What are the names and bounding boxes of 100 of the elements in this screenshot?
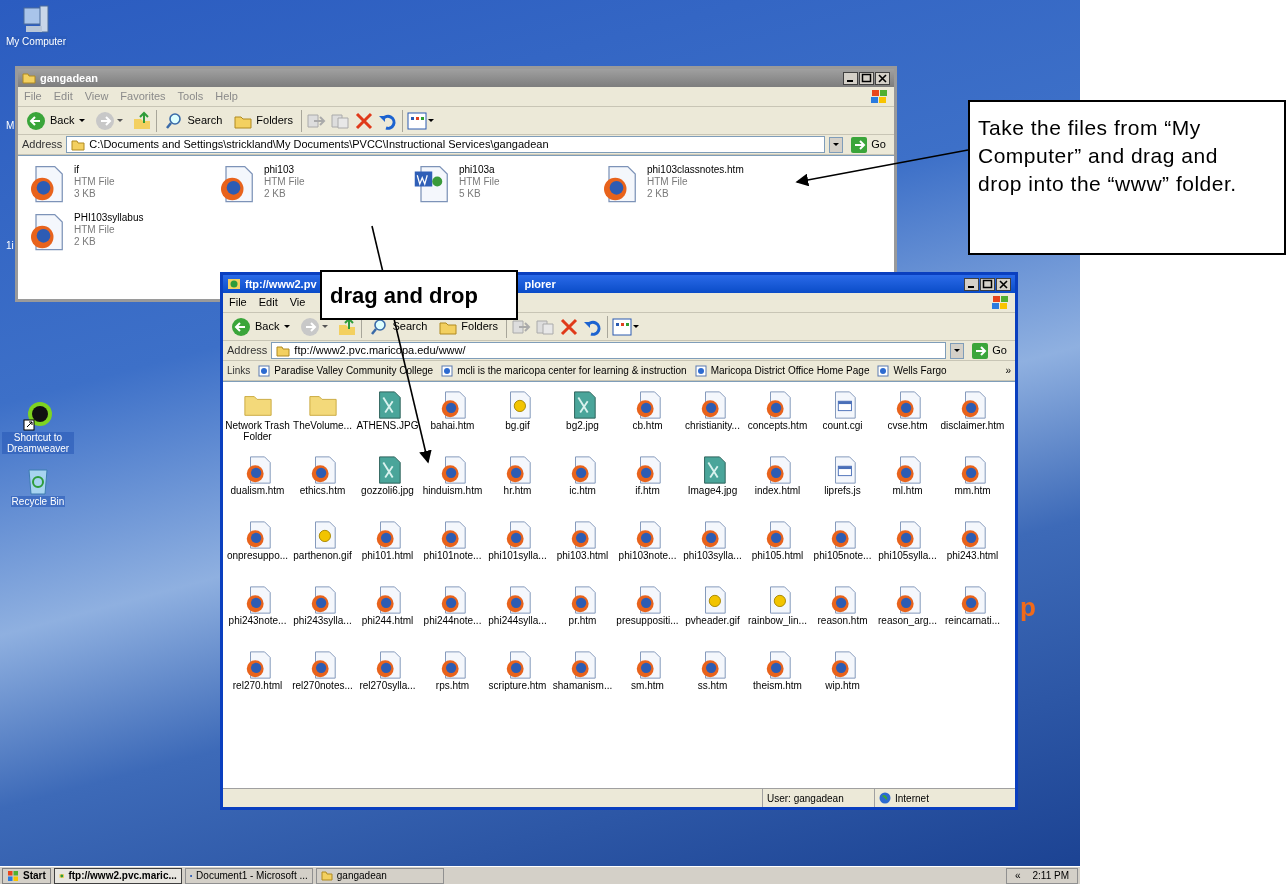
file-name[interactable]: Folder <box>243 431 272 442</box>
file-name[interactable]: reason_arg... <box>878 615 937 626</box>
file-name[interactable]: TheVolume... <box>293 420 352 431</box>
taskbar-button[interactable]: Document1 - Microsoft ... <box>184 867 313 884</box>
file-name[interactable]: theism.htm <box>753 680 802 691</box>
maximize-icon[interactable] <box>859 71 874 85</box>
link-item[interactable]: mcli is the maricopa center for learning & instruction <box>441 363 687 378</box>
file-name[interactable]: disclaimer.htm <box>940 420 1005 431</box>
minimize-icon[interactable] <box>964 277 979 291</box>
file-name[interactable]: ethics.htm <box>299 485 346 496</box>
file-name[interactable]: pvheader.gif <box>685 615 740 626</box>
file-name[interactable]: rel270notes... <box>292 680 353 691</box>
file-name[interactable]: ml.htm <box>892 485 923 496</box>
link-item[interactable]: Maricopa District Office Home Page <box>694 363 870 378</box>
file-name[interactable]: phi105.html <box>751 550 804 561</box>
file-name[interactable]: reincarnati... <box>945 615 1000 626</box>
back-button[interactable]: Back <box>22 110 79 131</box>
close-icon[interactable] <box>996 277 1011 291</box>
search-button[interactable]: Search <box>161 111 227 130</box>
file-name[interactable]: phi244note... <box>423 615 482 626</box>
minimize-icon[interactable] <box>843 71 858 85</box>
file-name[interactable]: ATHENS.JPG <box>356 420 419 431</box>
file-name[interactable]: shamanism... <box>552 680 613 691</box>
caret-icon[interactable] <box>78 117 87 124</box>
file-name[interactable]: parthenon.gif <box>293 550 352 561</box>
file-name[interactable]: PHI103syllabus <box>74 212 144 224</box>
file-name[interactable]: onpresuppo... <box>226 550 289 561</box>
taskbar-button[interactable]: ftp://www2.pvc.maric... <box>53 867 182 884</box>
file-name[interactable]: rel270sylla... <box>359 680 416 691</box>
file-name[interactable]: phi103note... <box>618 550 677 561</box>
file-name[interactable]: reason.htm <box>817 615 868 626</box>
file-name[interactable]: phi103a <box>459 164 500 176</box>
file-name[interactable]: dualism.htm <box>230 485 285 496</box>
file-name[interactable]: phi101.html <box>361 550 414 561</box>
file-name[interactable]: christianity... <box>685 420 740 431</box>
file-name[interactable]: index.html <box>754 485 801 496</box>
tray-expand-toggle[interactable]: « <box>1014 868 1021 883</box>
back-button[interactable]: Back <box>227 316 284 337</box>
address-field[interactable]: C:\Documents and Settings\strickland\My Documents\PVCC\Instructional Services\gangadean <box>66 136 826 153</box>
start-button[interactable]: Start <box>2 867 51 884</box>
file-name[interactable]: rel270.html <box>232 680 283 691</box>
menu-item[interactable]: Vie <box>283 294 312 311</box>
file-name[interactable]: cvse.htm <box>887 420 928 431</box>
taskbar-button[interactable]: gangadean <box>315 867 444 884</box>
delete-icon[interactable] <box>559 316 579 337</box>
file-name[interactable]: phi101note... <box>423 550 482 561</box>
file-name[interactable]: gozzoli6.jpg <box>361 485 414 496</box>
file-name[interactable]: liprefs.js <box>824 485 861 496</box>
move-to-icon[interactable] <box>511 317 531 336</box>
link-item[interactable]: Wells Fargo <box>877 363 947 378</box>
file-name[interactable]: scripture.htm <box>488 680 547 691</box>
desktop-icon-label[interactable]: My Computer <box>5 36 67 47</box>
desktop-icon-label[interactable]: Recycle Bin <box>10 496 66 507</box>
file-name[interactable]: phi105sylla... <box>878 550 937 561</box>
menu-item[interactable]: Edit <box>252 294 284 311</box>
file-name[interactable]: if <box>74 164 115 176</box>
file-name[interactable]: sm.htm <box>631 680 664 691</box>
file-name[interactable]: presuppositi... <box>616 615 679 626</box>
maximize-icon[interactable] <box>980 277 995 291</box>
caret-icon[interactable] <box>116 117 125 124</box>
file-name[interactable]: phi244.html <box>361 615 414 626</box>
dropdown-icon[interactable] <box>829 136 844 153</box>
file-name[interactable]: hr.htm <box>503 485 532 496</box>
file-name[interactable]: bg2.jpg <box>566 420 599 431</box>
caret-icon[interactable] <box>283 323 292 330</box>
more-links-chevron[interactable]: » <box>1005 363 1011 378</box>
delete-icon[interactable] <box>354 110 374 131</box>
file-name[interactable]: ss.htm <box>697 680 728 691</box>
go-button[interactable]: Go <box>847 136 890 153</box>
go-button[interactable]: Go <box>968 342 1011 359</box>
file-name[interactable]: phi103classnotes.htm <box>647 164 744 176</box>
file-name[interactable]: Image4.jpg <box>687 485 738 496</box>
file-name[interactable]: phi101sylla... <box>488 550 547 561</box>
folders-button[interactable]: Folders <box>435 317 502 336</box>
file-name[interactable]: pr.htm <box>568 615 597 626</box>
file-name[interactable]: phi103sylla... <box>683 550 742 561</box>
folders-button[interactable]: Folders <box>230 111 297 130</box>
dropdown-icon[interactable] <box>950 342 965 359</box>
file-name[interactable]: bahai.htm <box>430 420 475 431</box>
file-name[interactable]: phi103.html <box>556 550 609 561</box>
menu-item[interactable]: File <box>223 294 253 311</box>
file-name[interactable]: concepts.htm <box>747 420 808 431</box>
file-name[interactable]: rainbow_lin... <box>748 615 807 626</box>
file-name[interactable]: count.cgi <box>822 420 863 431</box>
file-name[interactable]: phi243.html <box>946 550 999 561</box>
file-name[interactable]: wip.htm <box>825 680 860 691</box>
file-name[interactable]: bg.gif <box>505 420 530 431</box>
file-name[interactable]: phi105note... <box>813 550 872 561</box>
file-name[interactable]: hinduism.htm <box>422 485 483 496</box>
file-name[interactable]: mm.htm <box>954 485 991 496</box>
file-name[interactable]: ic.htm <box>569 485 596 496</box>
caret-icon[interactable] <box>321 323 330 330</box>
close-icon[interactable] <box>875 71 890 85</box>
desktop-icon-label[interactable]: Shortcut to Dreamweaver <box>2 432 74 454</box>
views-icon[interactable] <box>612 316 640 337</box>
file-name[interactable]: Network Trash <box>225 420 290 431</box>
file-name[interactable]: phi243sylla... <box>293 615 352 626</box>
file-name[interactable]: if.htm <box>635 485 660 496</box>
views-icon[interactable] <box>407 110 435 131</box>
file-name[interactable]: cb.htm <box>632 420 663 431</box>
